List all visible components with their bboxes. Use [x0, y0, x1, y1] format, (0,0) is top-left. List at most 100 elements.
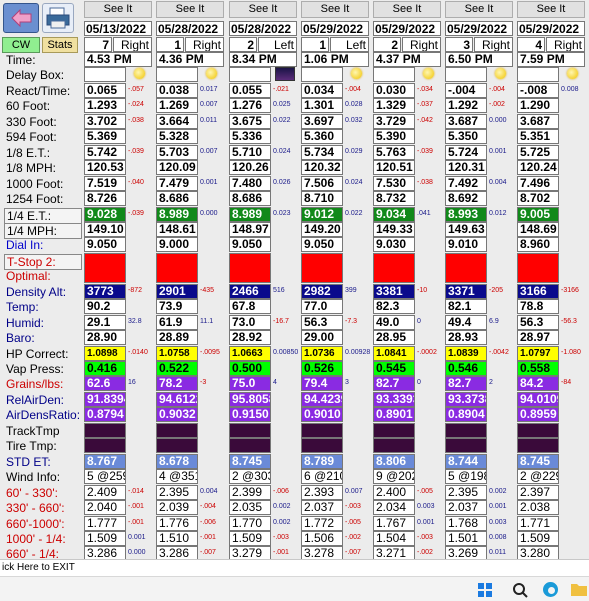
- run-date: 05/29/2022: [445, 21, 513, 36]
- data-cell: 0.9032: [156, 407, 198, 423]
- delay-box-value: [445, 67, 487, 83]
- data-cell: 9.034: [373, 206, 415, 222]
- data-cell: 75.0: [229, 376, 271, 392]
- see-it-button[interactable]: See It: [517, 1, 585, 18]
- row-label: Density Alt:: [6, 284, 67, 299]
- data-cell: 3.729: [373, 113, 415, 129]
- data-cell: 78.2: [156, 376, 198, 392]
- run-date: 05/29/2022: [373, 21, 441, 36]
- exit-status-bar[interactable]: ick Here to EXIT: [0, 559, 589, 576]
- edge-browser-icon[interactable]: [542, 581, 559, 598]
- data-cell: 7.530: [373, 175, 415, 191]
- data-cell: 4 @351: [156, 469, 198, 485]
- data-cell: 6 @210: [301, 469, 343, 485]
- back-button[interactable]: [3, 3, 39, 33]
- see-it-button[interactable]: See It: [84, 1, 152, 18]
- printer-button[interactable]: [42, 3, 74, 33]
- data-cell: 61.9: [156, 314, 198, 330]
- data-cell: 9.050: [84, 237, 126, 253]
- data-cell: 2.395: [156, 484, 198, 500]
- search-icon[interactable]: [512, 582, 528, 598]
- data-cell: 148.97: [229, 221, 271, 237]
- data-cell: 1.771: [517, 515, 559, 531]
- see-it-button[interactable]: See It: [301, 1, 369, 18]
- data-cell: 5.724: [445, 144, 487, 160]
- see-it-button[interactable]: See It: [156, 1, 224, 18]
- data-cell: 9.030: [373, 237, 415, 253]
- data-cell: 5.725: [517, 144, 559, 160]
- time-value: 7.59 PM: [517, 52, 585, 67]
- row-label: 1254 Foot:: [6, 192, 64, 207]
- data-cell: 5.734: [301, 144, 343, 160]
- delta-value: -.001: [128, 503, 144, 511]
- data-cell: 149.10: [84, 221, 126, 237]
- delta-value: 0.007: [200, 101, 218, 109]
- delta-value: -.037: [417, 101, 433, 109]
- lane: Right: [474, 37, 513, 52]
- see-it-button[interactable]: See It: [373, 1, 441, 18]
- data-cell: 28.93: [445, 330, 487, 346]
- data-cell: 3.687: [517, 113, 559, 129]
- data-cell: 79.4: [301, 376, 343, 392]
- data-cell: 1.777: [84, 515, 126, 531]
- row-label: Grains/lbs:: [6, 377, 64, 392]
- data-cell: 28.90: [84, 330, 126, 346]
- see-it-button[interactable]: See It: [445, 1, 513, 18]
- data-cell: 1.768: [445, 515, 487, 531]
- data-cell: [517, 252, 559, 283]
- sun-icon: [206, 68, 217, 80]
- time-value: 6.50 PM: [445, 52, 513, 67]
- data-cell: 78.8: [517, 299, 559, 315]
- start-icon[interactable]: [478, 583, 492, 597]
- data-cell: 9.005: [517, 206, 559, 222]
- data-cell: 0.558: [517, 361, 559, 376]
- delta-value: -.042: [417, 116, 433, 124]
- delta-value: 16: [128, 379, 136, 387]
- row-label: HP Correct:: [6, 346, 69, 361]
- delta-value: -435: [200, 286, 215, 294]
- cw-button[interactable]: CW: [2, 37, 40, 53]
- folder-icon[interactable]: [571, 582, 587, 596]
- data-cell: 0.526: [301, 361, 343, 376]
- data-cell: 1.509: [84, 530, 126, 546]
- run-number: 1: [156, 37, 184, 52]
- main-window: CW Stats Time: Delay Box: React/Time: 60 Fo…: [0, 0, 589, 601]
- data-cell: 2.037: [445, 500, 487, 516]
- data-cell: 148.61: [156, 221, 198, 237]
- data-cell: 9.000: [156, 237, 198, 253]
- data-cell: [517, 438, 559, 454]
- stats-button[interactable]: Stats: [42, 37, 78, 53]
- see-it-button[interactable]: See It: [229, 1, 297, 18]
- data-cell: 8.960: [517, 237, 559, 253]
- delta-value: 0.002: [273, 503, 291, 511]
- delay-box-value: [373, 67, 415, 83]
- data-cell: 0.522: [156, 361, 198, 376]
- data-cell: 5.703: [156, 144, 198, 160]
- run-number: 2: [373, 37, 401, 52]
- run-number: 3: [445, 37, 473, 52]
- data-cell: 90.2: [84, 299, 126, 315]
- delta-value: -.021: [273, 85, 289, 93]
- delta-value: -.038: [417, 178, 433, 186]
- data-cell: 8.744: [445, 453, 487, 469]
- delta-value: 0.004: [489, 178, 507, 186]
- data-cell: 77.0: [301, 299, 343, 315]
- delta-value: 0.008: [561, 85, 579, 93]
- data-cell: 5.710: [229, 144, 271, 160]
- lane: Right: [402, 37, 441, 52]
- data-cell: 5.742: [84, 144, 126, 160]
- data-cell: 29.1: [84, 314, 126, 330]
- data-cell: 1.776: [156, 515, 198, 531]
- data-cell: 149.63: [445, 221, 487, 237]
- time-value: 4.37 PM: [373, 52, 441, 67]
- data-cell: 148.69: [517, 221, 559, 237]
- data-cell: 1.301: [301, 98, 343, 114]
- delta-value: -.0095: [200, 348, 220, 356]
- night-sky-icon: [275, 67, 295, 82]
- data-cell: 1.501: [445, 530, 487, 546]
- data-cell: 49.0: [373, 314, 415, 330]
- exit-text[interactable]: ick Here to EXIT: [2, 562, 75, 573]
- delta-value: 0: [417, 317, 421, 325]
- data-cell: 1.509: [517, 530, 559, 546]
- delta-value: -.005: [345, 518, 361, 526]
